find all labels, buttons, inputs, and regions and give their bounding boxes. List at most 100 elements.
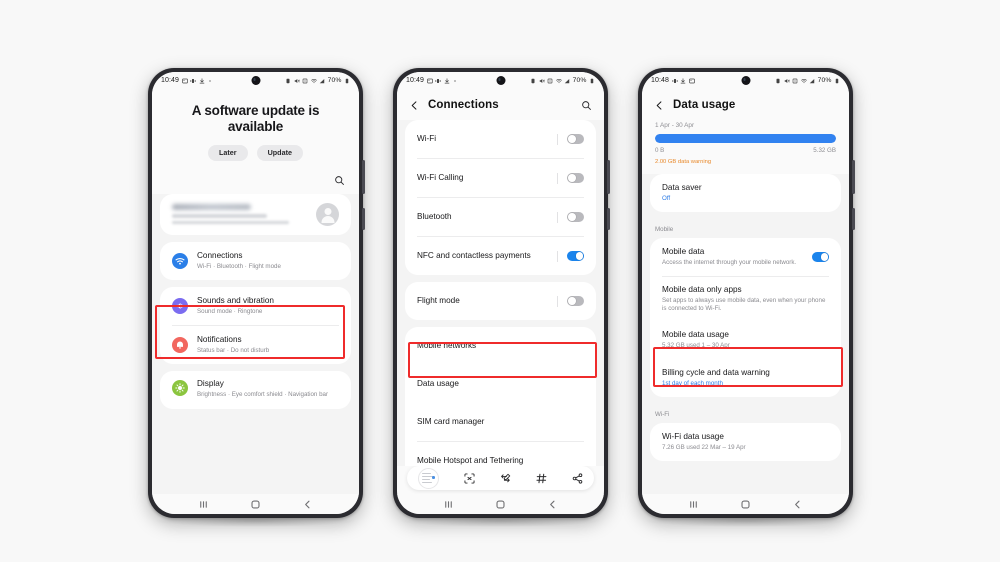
usage-bar-labels: 0 B 5.32 GB (655, 147, 836, 154)
share-icon[interactable] (572, 472, 583, 484)
power-button[interactable] (852, 208, 855, 230)
wifi-toggle[interactable] (567, 134, 584, 144)
navigation-bar (397, 494, 604, 514)
usage-period: 1 Apr - 30 Apr (655, 122, 695, 129)
vibrate-icon (672, 78, 678, 83)
status-bar-left: 10:49 (161, 77, 213, 84)
usage-progress-bar (655, 134, 836, 143)
battery-percent: 70% (572, 77, 587, 84)
mobile-data-usage-title: Mobile data usage (662, 329, 729, 339)
home-icon[interactable] (740, 499, 751, 510)
data-saver-card: Data saver Off (650, 174, 841, 212)
power-button[interactable] (607, 208, 610, 230)
later-button[interactable]: Later (208, 144, 248, 161)
status-bar-right: 70% (530, 77, 595, 84)
flight-mode-toggle[interactable] (567, 296, 584, 306)
list-item-bluetooth[interactable]: Bluetooth (405, 198, 596, 236)
network-links-card: Mobile networks Data usage SIM card mana… (405, 327, 596, 466)
image-icon (688, 78, 695, 83)
sidebar-item-connections[interactable]: Connections Wi-Fi · Bluetooth · Flight m… (160, 242, 351, 280)
download-icon (444, 77, 449, 83)
nfc-toggle[interactable] (567, 251, 584, 261)
mobile-data-toggle[interactable] (812, 252, 829, 262)
billing-subtitle: 1st day of each month (662, 379, 723, 387)
markup-icon[interactable] (500, 473, 511, 484)
page-title: Connections (428, 99, 499, 111)
back-icon[interactable] (792, 499, 803, 510)
volume-button[interactable] (852, 160, 855, 194)
volume-button[interactable] (607, 160, 610, 194)
scroll-capture-icon[interactable] (464, 472, 475, 484)
status-bar: 10:48 70% (642, 72, 849, 89)
home-icon[interactable] (250, 499, 261, 510)
software-update-banner: A software update is available Later Upd… (152, 89, 359, 171)
back-arrow-icon[interactable] (654, 100, 665, 111)
wifi-calling-toggle[interactable] (567, 173, 584, 183)
divider (557, 172, 558, 184)
usage-summary: 1 Apr - 30 Apr 0 B 5.32 GB 2.00 GB data … (642, 120, 849, 174)
power-button[interactable] (362, 208, 365, 230)
front-camera (496, 76, 505, 85)
divider (557, 250, 558, 262)
list-item-nfc[interactable]: NFC and contactless payments (405, 237, 596, 275)
search-icon[interactable] (581, 100, 592, 111)
avatar[interactable] (316, 202, 339, 226)
list-item-flight-mode[interactable]: Flight mode (405, 282, 596, 320)
recents-icon[interactable] (198, 499, 209, 510)
wifi-icon (555, 78, 562, 83)
status-time: 10:49 (161, 77, 180, 84)
recents-icon[interactable] (443, 499, 454, 510)
settings-item-title: Connections (197, 251, 243, 261)
connections-list[interactable]: Wi-Fi Wi-Fi Calling Bluetooth NFC and co… (397, 120, 604, 466)
profile-row[interactable] (160, 193, 351, 235)
sidebar-item-sounds-and-vibration[interactable]: Sounds and vibration Sound mode · Ringto… (160, 287, 351, 325)
toggle-label: Wi-Fi Calling (417, 172, 464, 182)
settings-list[interactable]: Connections Wi-Fi · Bluetooth · Flight m… (152, 193, 359, 494)
list-item-wifi[interactable]: Wi-Fi (405, 120, 596, 158)
dot-icon (454, 79, 456, 82)
sidebar-item-display[interactable]: Display Brightness · Eye comfort shield … (160, 371, 351, 409)
mobile-data-title: Mobile data (662, 247, 705, 257)
wifi-usage-title: Wi-Fi data usage (662, 431, 724, 441)
list-item-data-saver[interactable]: Data saver Off (650, 174, 841, 212)
toggles-card: Wi-Fi Wi-Fi Calling Bluetooth NFC and co… (405, 120, 596, 275)
nfc-icon (547, 78, 553, 83)
profile-name-redacted (172, 204, 251, 211)
back-icon[interactable] (547, 499, 558, 510)
mute-icon (784, 78, 790, 83)
settings-item-subtitle: Sound mode · Ringtone (197, 307, 263, 315)
list-item-mobile-data-usage[interactable]: Mobile data usage 5.32 GB used 1 – 30 Ap… (650, 321, 841, 359)
search-icon[interactable] (334, 175, 345, 186)
mobile-data-subtitle: Access the internet through your mobile … (662, 258, 797, 266)
list-item-wifi-calling[interactable]: Wi-Fi Calling (405, 159, 596, 197)
update-button[interactable]: Update (256, 144, 303, 161)
list-item-wifi-data-usage[interactable]: Wi-Fi data usage 7.26 GB used 22 Mar – 1… (650, 423, 841, 461)
settings-item-title: Notifications (197, 335, 242, 345)
volume-button[interactable] (362, 160, 365, 194)
connections-text: Connections Wi-Fi · Bluetooth · Flight m… (197, 251, 339, 271)
list-item-hotspot-tethering[interactable]: Mobile Hotspot and Tethering (405, 442, 596, 466)
screenshot-thumbnail[interactable] (418, 467, 439, 489)
list-item-mobile-data-only-apps[interactable]: Mobile data only apps Set apps to always… (650, 277, 841, 321)
tags-icon[interactable] (536, 473, 547, 484)
toggle-label: Flight mode (417, 295, 460, 305)
list-item-mobile-networks[interactable]: Mobile networks (405, 327, 596, 365)
screenshot-toolbar[interactable] (407, 466, 594, 490)
recents-icon[interactable] (688, 499, 699, 510)
list-item-billing-cycle[interactable]: Billing cycle and data warning 1st day o… (650, 359, 841, 397)
settings-search-row (152, 170, 359, 194)
nfc-icon (302, 78, 308, 83)
profile-email-redacted (172, 220, 289, 225)
back-icon[interactable] (302, 499, 313, 510)
list-item-mobile-data[interactable]: Mobile data Access the internet through … (650, 238, 841, 276)
divider (557, 295, 558, 307)
wifi-icon (800, 78, 807, 83)
list-item-data-usage[interactable]: Data usage (405, 365, 596, 403)
list-item-sim-card-manager[interactable]: SIM card manager (405, 403, 596, 441)
toggle-label: Wi-Fi (417, 133, 437, 143)
back-arrow-icon[interactable] (409, 100, 420, 111)
bluetooth-toggle[interactable] (567, 212, 584, 222)
sidebar-item-notifications[interactable]: Notifications Status bar · Do not distur… (160, 326, 351, 364)
home-icon[interactable] (495, 499, 506, 510)
data-usage-list[interactable]: Data saver Off Mobile Mobile data Access… (642, 174, 849, 494)
